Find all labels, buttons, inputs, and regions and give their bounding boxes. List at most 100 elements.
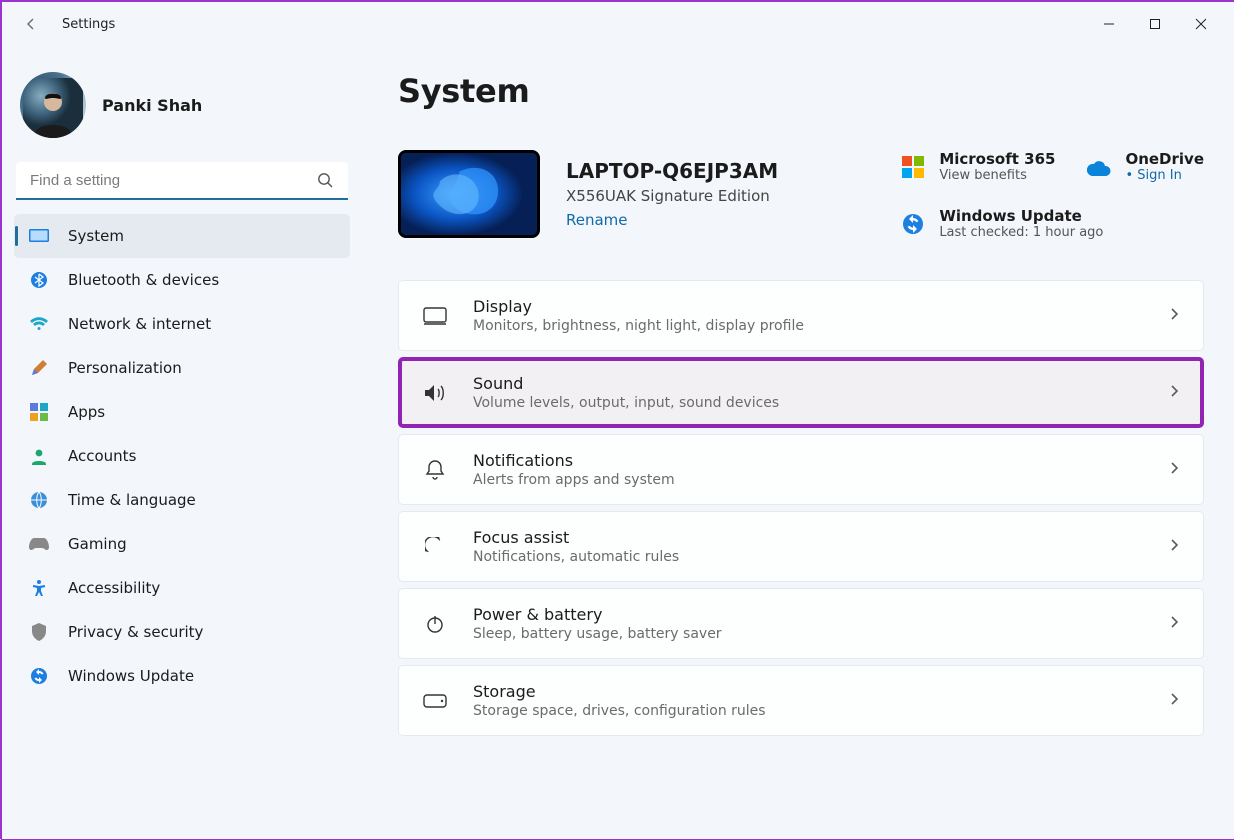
card-title: Display bbox=[473, 297, 1143, 316]
content-area: System LAPTOP-Q6EJP3AM X556UAK Signature… bbox=[362, 46, 1234, 839]
apps-icon bbox=[28, 401, 50, 423]
card-sub: Sleep, battery usage, battery saver bbox=[473, 626, 1143, 642]
quicklink-sub: View benefits bbox=[939, 168, 1055, 183]
card-display[interactable]: Display Monitors, brightness, night ligh… bbox=[398, 280, 1204, 351]
personalization-icon bbox=[28, 357, 50, 379]
focus-assist-icon bbox=[421, 533, 449, 561]
sidebar-item-label: Privacy & security bbox=[68, 623, 203, 641]
sidebar-item-network[interactable]: Network & internet bbox=[14, 302, 350, 346]
sidebar-item-accounts[interactable]: Accounts bbox=[14, 434, 350, 478]
accounts-icon bbox=[28, 445, 50, 467]
sidebar-item-label: Apps bbox=[68, 403, 105, 421]
quick-links: Microsoft 365 View benefits OneDrive Sig… bbox=[899, 150, 1204, 240]
chevron-right-icon bbox=[1167, 460, 1181, 479]
profile-name: Panki Shah bbox=[102, 96, 202, 115]
sidebar-item-label: Personalization bbox=[68, 359, 182, 377]
storage-icon bbox=[421, 687, 449, 715]
device-thumbnail bbox=[398, 150, 540, 238]
network-icon bbox=[28, 313, 50, 335]
back-button[interactable] bbox=[20, 13, 42, 35]
sidebar: Panki Shah System Bluetooth & devices Ne… bbox=[2, 46, 362, 839]
chevron-right-icon bbox=[1167, 614, 1181, 633]
chevron-right-icon bbox=[1167, 383, 1181, 402]
sidebar-item-label: Time & language bbox=[68, 491, 196, 509]
sidebar-item-label: System bbox=[68, 227, 124, 245]
accessibility-icon bbox=[28, 577, 50, 599]
sidebar-item-time-language[interactable]: Time & language bbox=[14, 478, 350, 522]
card-sub: Volume levels, output, input, sound devi… bbox=[473, 395, 1143, 411]
device-name: LAPTOP-Q6EJP3AM bbox=[566, 159, 778, 183]
device-model: X556UAK Signature Edition bbox=[566, 187, 778, 205]
quicklink-title: Microsoft 365 bbox=[939, 150, 1055, 168]
quicklink-onedrive[interactable]: OneDrive Sign In bbox=[1085, 150, 1204, 183]
quicklink-sub[interactable]: Sign In bbox=[1125, 168, 1204, 183]
device-info-row: LAPTOP-Q6EJP3AM X556UAK Signature Editio… bbox=[398, 150, 1204, 240]
display-icon bbox=[421, 302, 449, 330]
profile-block[interactable]: Panki Shah bbox=[14, 54, 350, 162]
quicklink-windows-update[interactable]: Windows Update Last checked: 1 hour ago bbox=[899, 207, 1103, 240]
card-focus-assist[interactable]: Focus assist Notifications, automatic ru… bbox=[398, 511, 1204, 582]
card-power-battery[interactable]: Power & battery Sleep, battery usage, ba… bbox=[398, 588, 1204, 659]
search-icon bbox=[316, 171, 334, 193]
search-input[interactable] bbox=[16, 162, 348, 200]
onedrive-icon bbox=[1085, 153, 1113, 181]
sidebar-item-privacy[interactable]: Privacy & security bbox=[14, 610, 350, 654]
card-title: Power & battery bbox=[473, 605, 1143, 624]
card-title: Storage bbox=[473, 682, 1143, 701]
arrow-left-icon bbox=[23, 16, 39, 32]
windows-update-quick-icon bbox=[899, 210, 927, 238]
maximize-icon bbox=[1149, 18, 1161, 30]
sound-icon bbox=[421, 379, 449, 407]
bluetooth-icon bbox=[28, 269, 50, 291]
search-wrap bbox=[16, 162, 348, 200]
sidebar-item-apps[interactable]: Apps bbox=[14, 390, 350, 434]
sidebar-item-label: Bluetooth & devices bbox=[68, 271, 219, 289]
card-sub: Alerts from apps and system bbox=[473, 472, 1143, 488]
card-sub: Storage space, drives, configuration rul… bbox=[473, 703, 1143, 719]
gaming-icon bbox=[28, 533, 50, 555]
sidebar-item-label: Gaming bbox=[68, 535, 127, 553]
minimize-icon bbox=[1103, 18, 1115, 30]
close-button[interactable] bbox=[1178, 8, 1224, 40]
maximize-button[interactable] bbox=[1132, 8, 1178, 40]
sidebar-item-system[interactable]: System bbox=[14, 214, 350, 258]
power-icon bbox=[421, 610, 449, 638]
sidebar-item-label: Accessibility bbox=[68, 579, 160, 597]
bloom-wallpaper-icon bbox=[401, 151, 537, 237]
window-title: Settings bbox=[62, 17, 115, 32]
system-icon bbox=[28, 225, 50, 247]
quicklink-title: Windows Update bbox=[939, 207, 1103, 225]
chevron-right-icon bbox=[1167, 691, 1181, 710]
device-block: LAPTOP-Q6EJP3AM X556UAK Signature Editio… bbox=[398, 150, 863, 238]
chevron-right-icon bbox=[1167, 537, 1181, 556]
minimize-button[interactable] bbox=[1086, 8, 1132, 40]
quicklink-sub: Last checked: 1 hour ago bbox=[939, 225, 1103, 240]
sidebar-item-windows-update[interactable]: Windows Update bbox=[14, 654, 350, 698]
sidebar-item-label: Windows Update bbox=[68, 667, 194, 685]
microsoft-365-icon bbox=[899, 153, 927, 181]
card-notifications[interactable]: Notifications Alerts from apps and syste… bbox=[398, 434, 1204, 505]
sidebar-item-label: Accounts bbox=[68, 447, 136, 465]
avatar bbox=[20, 72, 86, 138]
sidebar-item-label: Network & internet bbox=[68, 315, 211, 333]
sidebar-item-bluetooth[interactable]: Bluetooth & devices bbox=[14, 258, 350, 302]
card-storage[interactable]: Storage Storage space, drives, configura… bbox=[398, 665, 1204, 736]
card-title: Notifications bbox=[473, 451, 1143, 470]
card-title: Focus assist bbox=[473, 528, 1143, 547]
rename-link[interactable]: Rename bbox=[566, 211, 778, 229]
titlebar: Settings bbox=[2, 2, 1234, 46]
sidebar-item-accessibility[interactable]: Accessibility bbox=[14, 566, 350, 610]
chevron-right-icon bbox=[1167, 306, 1181, 325]
settings-cards: Display Monitors, brightness, night ligh… bbox=[398, 280, 1204, 736]
card-sound[interactable]: Sound Volume levels, output, input, soun… bbox=[398, 357, 1204, 428]
windows-update-icon bbox=[28, 665, 50, 687]
sidebar-item-gaming[interactable]: Gaming bbox=[14, 522, 350, 566]
page-title: System bbox=[398, 72, 1204, 110]
sidebar-item-personalization[interactable]: Personalization bbox=[14, 346, 350, 390]
notifications-icon bbox=[421, 456, 449, 484]
card-sub: Monitors, brightness, night light, displ… bbox=[473, 318, 1143, 334]
time-language-icon bbox=[28, 489, 50, 511]
avatar-image bbox=[23, 78, 83, 138]
quicklink-microsoft-365[interactable]: Microsoft 365 View benefits bbox=[899, 150, 1055, 183]
quicklink-title: OneDrive bbox=[1125, 150, 1204, 168]
